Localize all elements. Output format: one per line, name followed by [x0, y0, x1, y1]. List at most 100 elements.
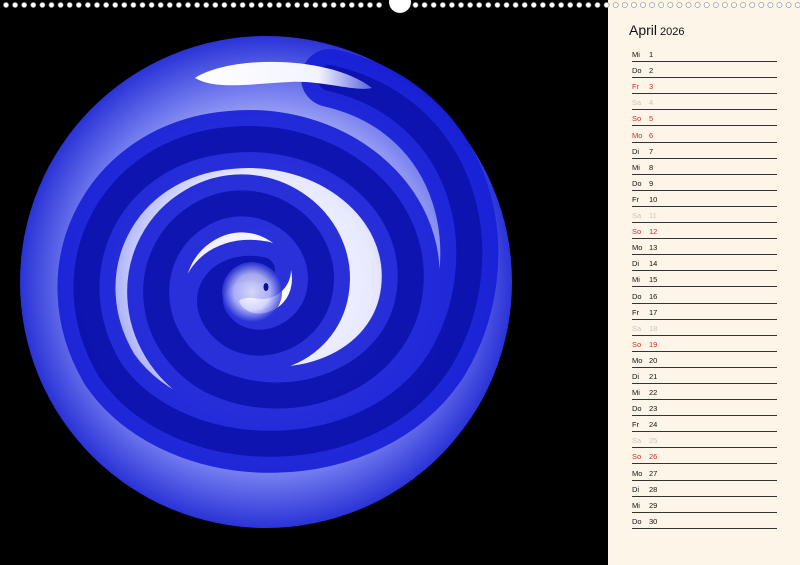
binding-hole: [48, 2, 55, 8]
binding-hole: [540, 2, 546, 8]
weekday-label: Mi: [632, 162, 640, 172]
binding-hole: [476, 2, 483, 8]
binding-hole: [21, 2, 28, 8]
day-row: Fr 24: [632, 416, 777, 433]
binding-hole: [12, 2, 18, 8]
binding-hole: [631, 2, 637, 8]
binding-hole: [676, 2, 683, 8]
day-row: Di 7: [632, 143, 777, 159]
binding-hole: [749, 2, 756, 8]
day-row: Mi 29: [632, 497, 777, 513]
weekday-label: Di: [632, 259, 640, 269]
day-row: Do 30: [632, 513, 777, 529]
day-number: 5: [649, 114, 654, 124]
day-number: 7: [649, 146, 654, 156]
binding-hole: [339, 2, 346, 8]
day-row: So 26: [632, 448, 777, 465]
binding-hole: [467, 2, 473, 8]
day-number: 20: [649, 355, 658, 365]
binding-hole: [257, 2, 264, 8]
weekday-label: Sa: [632, 98, 642, 108]
day-number: 18: [649, 323, 658, 333]
day-number: 27: [649, 468, 658, 478]
binding-hole: [776, 2, 783, 8]
binding-hole: [303, 2, 310, 8]
day-number: 26: [649, 452, 658, 462]
day-number: 11: [649, 211, 657, 221]
binding-hole: [585, 2, 592, 8]
day-row: Mi 15: [632, 271, 777, 288]
binding-hole: [722, 2, 728, 8]
day-row: So 12: [632, 223, 777, 240]
binding-hole: [621, 2, 628, 8]
binding-hole: [685, 2, 692, 8]
day-row: Mi 1: [632, 46, 777, 63]
day-number: 15: [649, 275, 658, 285]
day-number: 28: [649, 484, 658, 494]
weekday-label: Sa: [632, 211, 642, 221]
binding-hole: [512, 2, 519, 8]
day-row: Mo 6: [632, 126, 777, 143]
day-row: Mo 27: [632, 464, 777, 481]
binding-hole: [285, 2, 291, 8]
day-number: 13: [649, 243, 658, 253]
binding-hole: [157, 2, 164, 8]
weekday-label: Mo: [632, 468, 643, 478]
day-number: 17: [649, 307, 658, 317]
day-number: 14: [649, 259, 658, 269]
day-row: Di 28: [632, 481, 777, 497]
binding-hole: [166, 2, 173, 8]
binding-hole: [530, 2, 537, 8]
binding-hole: [430, 2, 437, 8]
weekday-label: Mi: [632, 500, 640, 510]
day-row: Fr 17: [632, 304, 777, 320]
binding-hole: [321, 2, 328, 8]
day-number: 6: [649, 130, 654, 140]
binding-hole: [348, 2, 355, 8]
weekday-label: Fr: [632, 307, 640, 317]
day-number: 10: [649, 194, 658, 204]
binding-hole: [312, 2, 319, 8]
binding-hole: [576, 2, 583, 8]
binding-hole: [266, 2, 273, 8]
weekday-label: Mi: [632, 388, 640, 398]
binding-holes-svg: [3, 0, 800, 13]
weekday-label: So: [632, 227, 642, 237]
day-row: So 5: [632, 110, 777, 127]
binding-hole: [221, 2, 228, 8]
binding-hole: [521, 2, 528, 8]
spiral-tip: [263, 283, 269, 291]
day-number: 29: [649, 500, 658, 510]
day-row: Sa 18: [632, 320, 777, 336]
day-list: Mi 1 Do 2 Fr 3 Sa 4 So 5 Mo 6 Di 7 Mi 8 Do 9 Fr 10 Sa 11 So 12 M…: [632, 46, 777, 529]
day-number: 12: [649, 227, 658, 237]
day-row: So 19: [632, 336, 777, 352]
binding-hole: [230, 2, 237, 8]
day-number: 16: [649, 291, 658, 301]
weekday-label: Di: [632, 146, 640, 156]
binding-hole: [139, 2, 146, 8]
binding-hole: [148, 2, 155, 8]
binding-hole: [421, 2, 428, 8]
day-number: 23: [649, 404, 658, 414]
binding-hole: [367, 2, 373, 8]
binding-hole: [703, 2, 710, 8]
binding-hole: [239, 2, 246, 8]
day-number: 2: [649, 66, 654, 76]
day-row: Sa 25: [632, 432, 777, 449]
binding-hole: [785, 2, 792, 8]
day-number: 8: [649, 162, 654, 172]
binding-hole: [175, 2, 182, 8]
binding-hole: [121, 2, 128, 8]
binding-hole: [57, 2, 64, 8]
binding-hole: [30, 2, 37, 8]
binding-hole: [740, 2, 746, 8]
binding-hole: [39, 2, 46, 8]
month-name: April: [629, 22, 658, 38]
binding-hole: [712, 2, 719, 8]
day-row: Mo 13: [632, 239, 777, 256]
weekday-label: So: [632, 452, 642, 462]
weekday-label: Do: [632, 516, 642, 526]
weekday-label: Mo: [632, 355, 643, 365]
artwork-area: [0, 0, 608, 565]
